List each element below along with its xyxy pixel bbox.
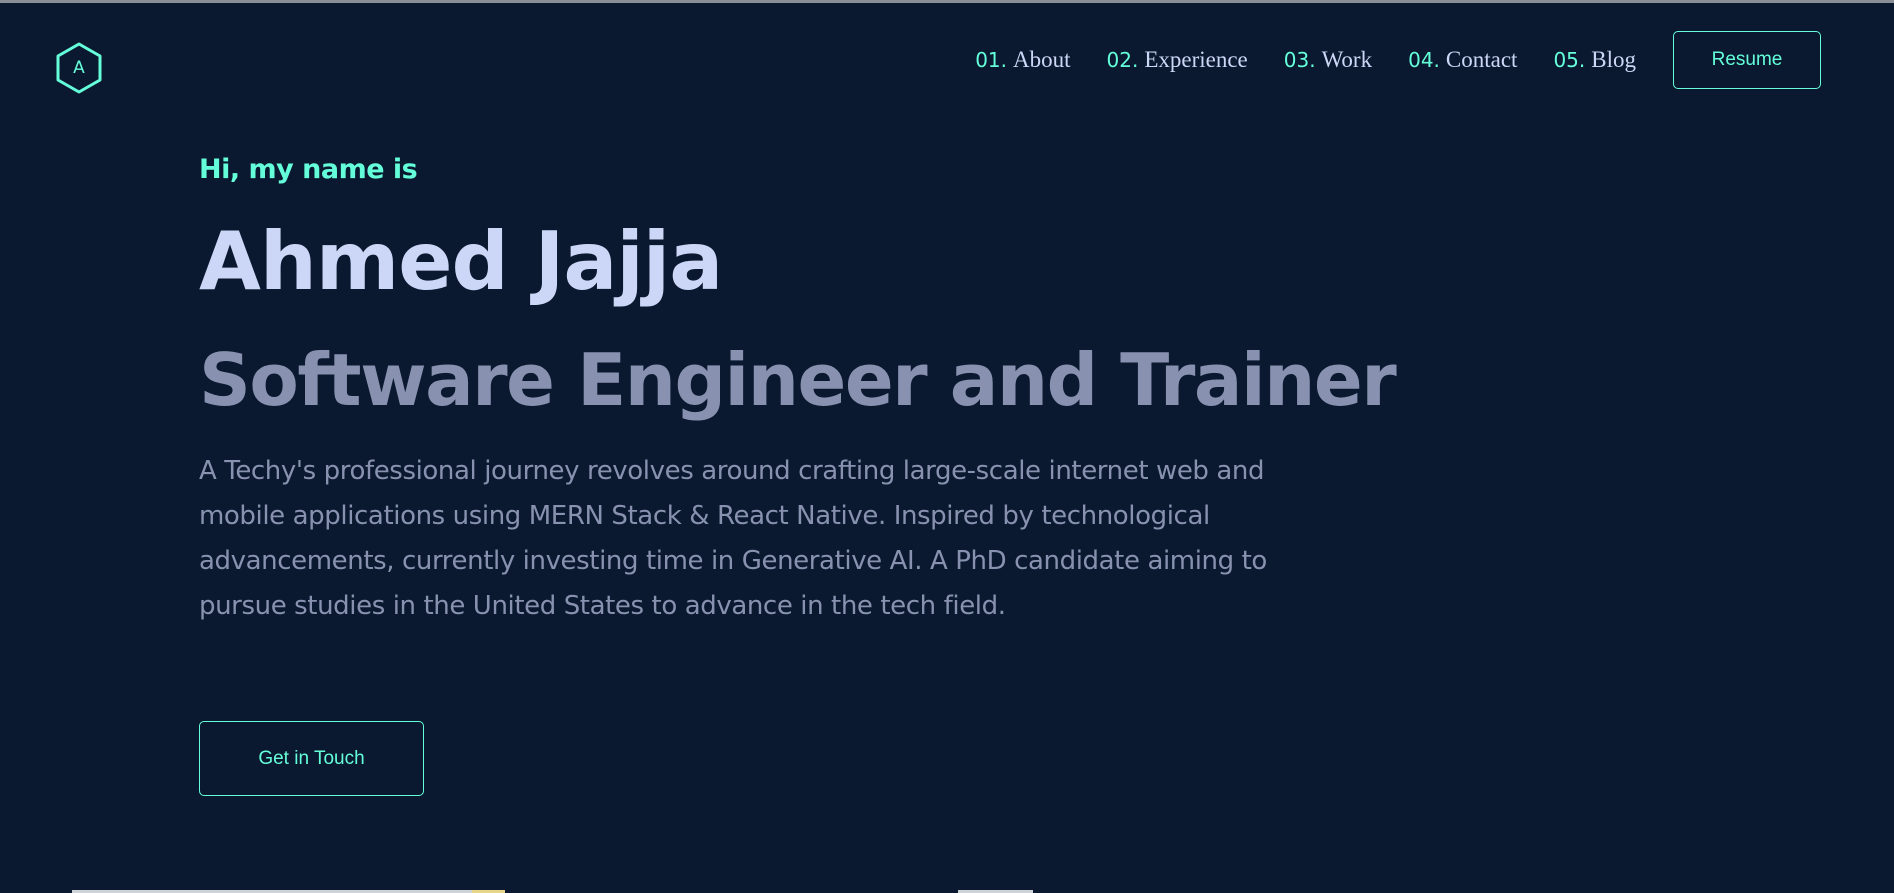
nav-item-contact[interactable]: 04. Contact	[1408, 47, 1517, 73]
nav-item-label: Blog	[1591, 47, 1636, 72]
nav-item-number: 02.	[1106, 48, 1139, 72]
hero-section: Hi, my name is Ahmed Jajja Software Engi…	[199, 150, 1397, 629]
nav-item-work[interactable]: 03. Work	[1284, 47, 1372, 73]
hero-description: A Techy's professional journey revolves …	[199, 456, 1267, 621]
main-nav: 01. About 02. Experience 03. Work 04. Co…	[975, 44, 1636, 76]
logo[interactable]: A	[51, 40, 107, 96]
nav-item-number: 03.	[1283, 48, 1316, 72]
nav-item-number: 01.	[975, 48, 1007, 72]
logo-letter: A	[73, 58, 85, 78]
nav-item-number: 05.	[1553, 48, 1586, 72]
nav-item-label: Work	[1321, 47, 1373, 72]
resume-button[interactable]: Resume	[1673, 31, 1821, 89]
get-in-touch-button[interactable]: Get in Touch	[199, 721, 424, 796]
nav-item-about[interactable]: 01. About	[975, 47, 1070, 73]
nav-item-label: Experience	[1144, 47, 1248, 72]
hero-greeting: Hi, my name is	[199, 154, 418, 185]
window-top-border	[0, 0, 1894, 3]
hero-name: Ahmed Jajja	[199, 215, 723, 308]
nav-item-experience[interactable]: 02. Experience	[1107, 47, 1248, 73]
nav-item-label: Contact	[1445, 47, 1518, 72]
hero-title: Software Engineer and Trainer	[199, 338, 1397, 422]
nav-item-number: 04.	[1408, 48, 1440, 72]
nav-item-blog[interactable]: 05. Blog	[1553, 47, 1636, 73]
nav-item-label: About	[1013, 47, 1071, 72]
